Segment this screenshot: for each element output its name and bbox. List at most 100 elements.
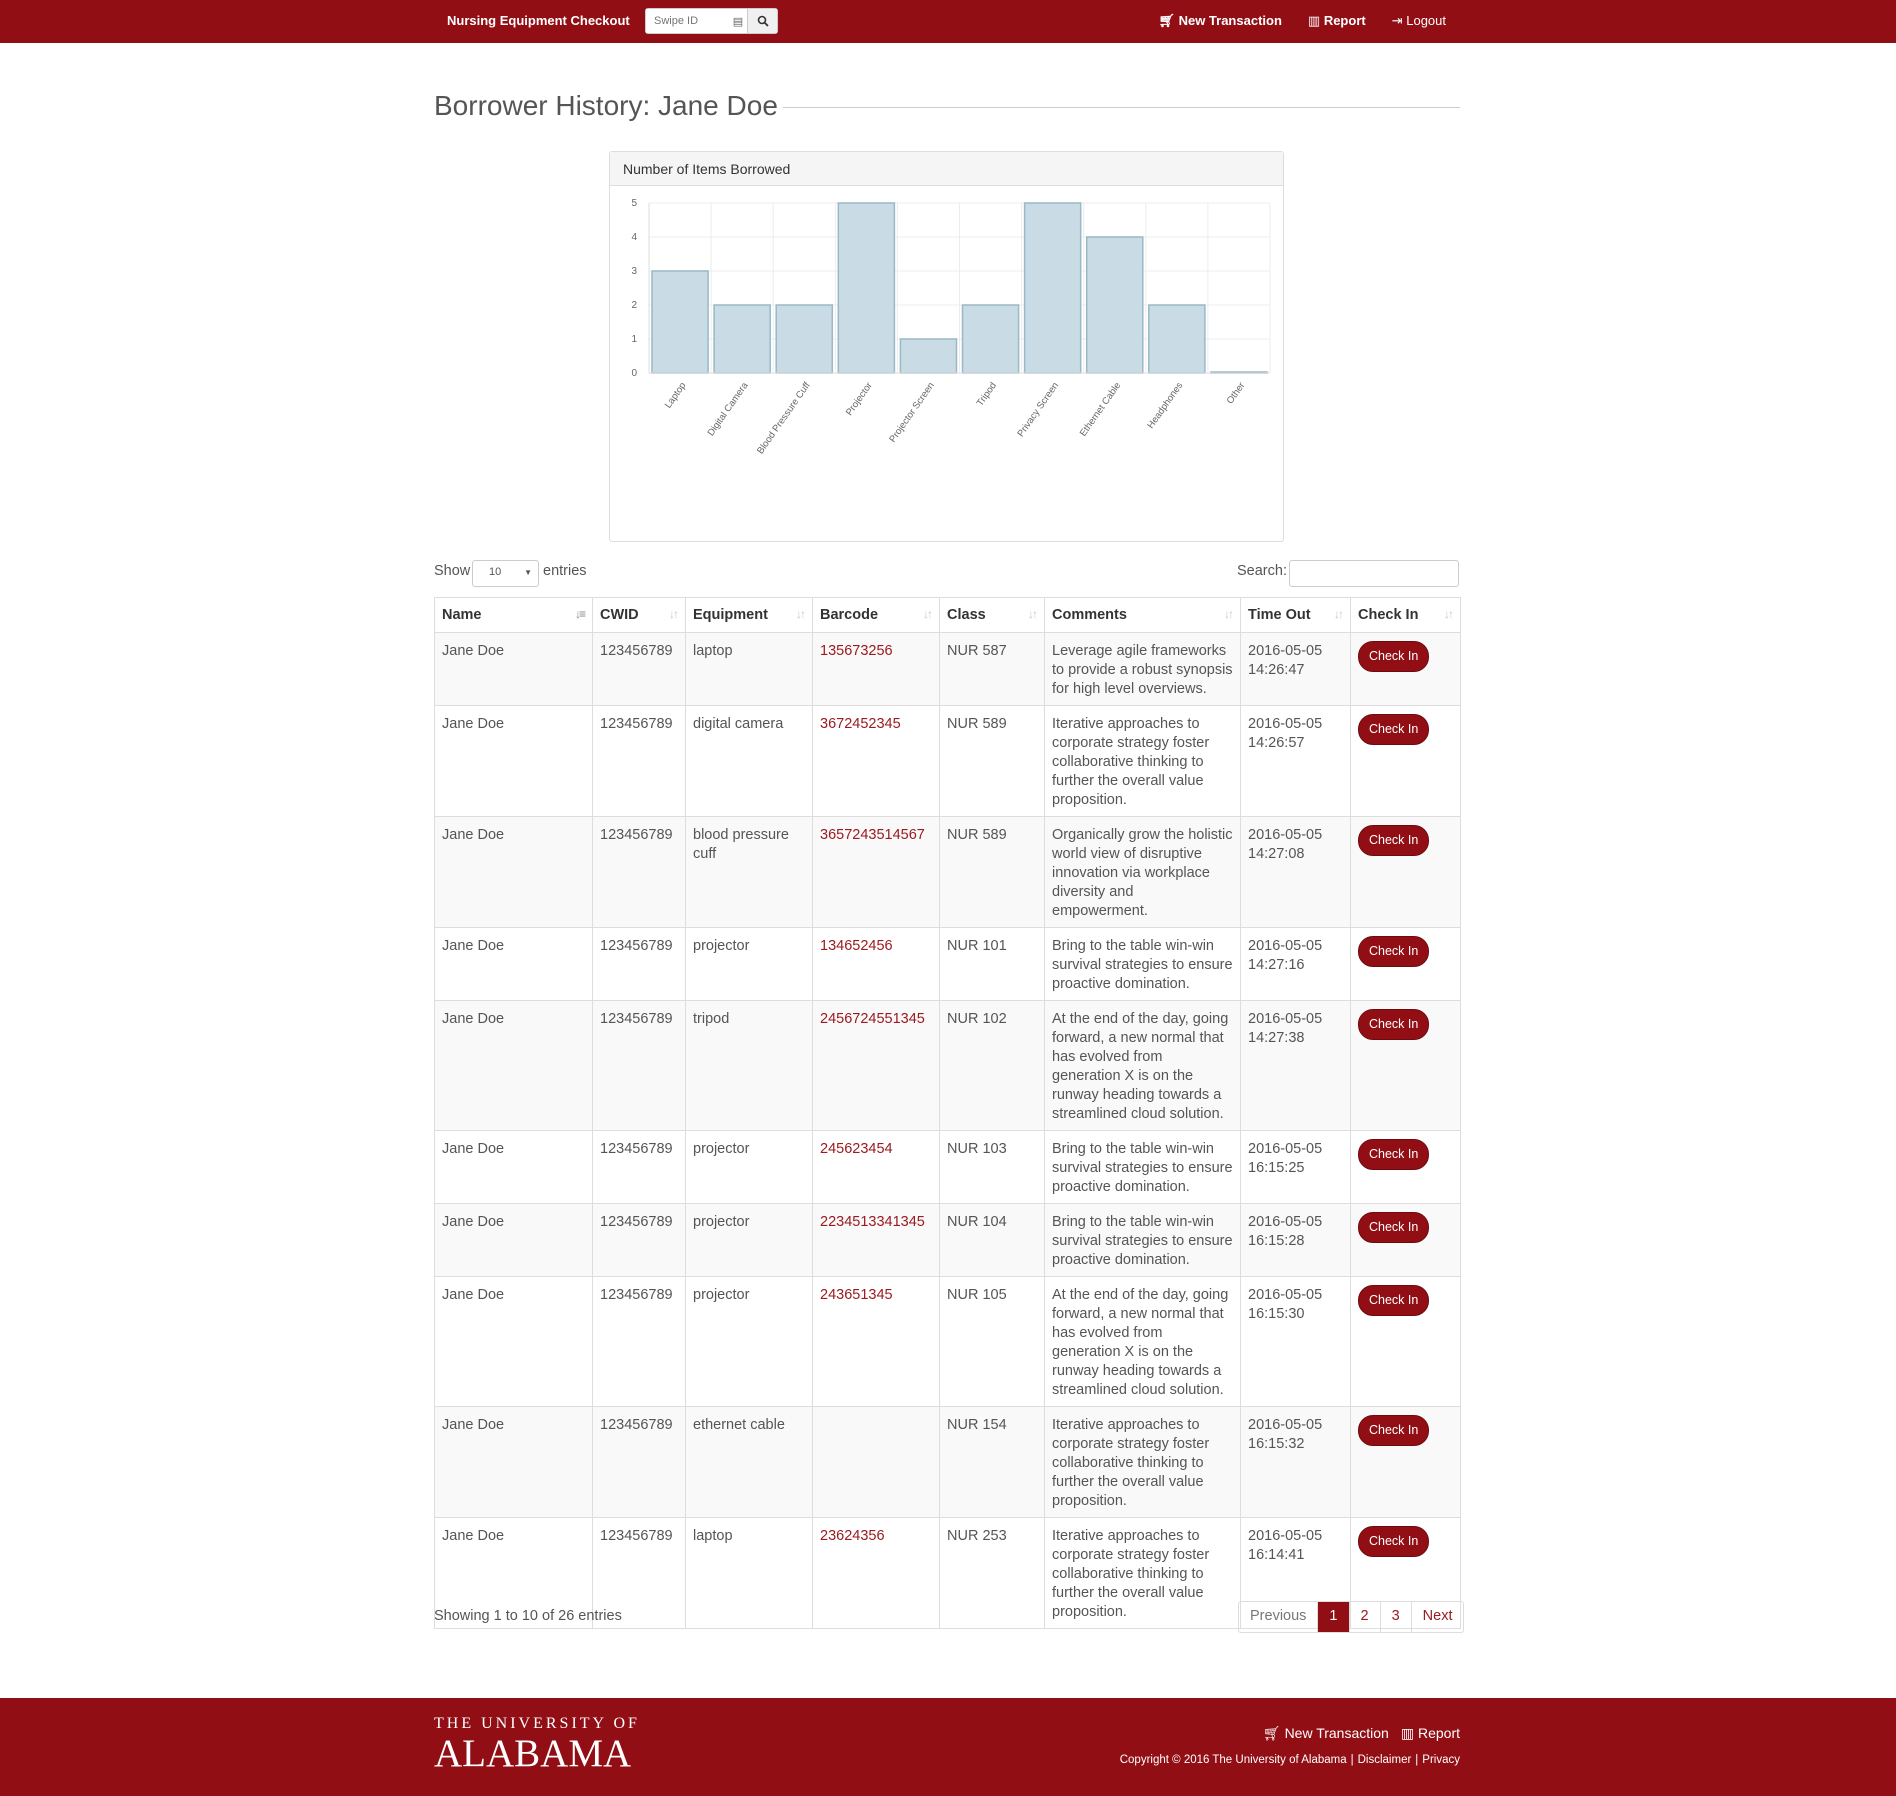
logo-line-2: ALABAMA	[434, 1732, 632, 1775]
column-header-equipment[interactable]: Equipment ↓↑	[685, 597, 813, 633]
barcode-link[interactable]: 135673256	[820, 643, 893, 659]
cell-comments-text: Organically grow the holistic world view…	[1052, 827, 1233, 919]
cell-name: Jane Doe	[434, 1000, 593, 1131]
barcode-link[interactable]: 2234513341345	[820, 1214, 925, 1230]
nav-links: 🛒︎ New Transaction ▥ Report ⇥ Logout	[1158, 13, 1446, 29]
barcode-link[interactable]: 3657243514567	[820, 827, 925, 843]
footer-report[interactable]: ▥ Report	[1401, 1725, 1460, 1742]
pagination-previous[interactable]: Previous	[1239, 1602, 1317, 1632]
nav-report[interactable]: ▥ Report	[1308, 13, 1366, 29]
check-in-button[interactable]: Check In	[1358, 1139, 1430, 1170]
check-in-button[interactable]: Check In	[1358, 825, 1430, 856]
pagination-page-2[interactable]: 2	[1348, 1602, 1380, 1632]
time-out-clock: 14:26:47	[1248, 662, 1305, 678]
column-header-time-out[interactable]: Time Out ↓↑	[1240, 597, 1351, 633]
cell-class: NUR 102	[939, 1000, 1045, 1131]
cell-comments: Bring to the table win-win survival stra…	[1044, 927, 1241, 1001]
column-header-name[interactable]: Name ↓≡	[434, 597, 593, 633]
search-button[interactable]	[747, 9, 777, 33]
cell-comments: Bring to the table win-win survival stra…	[1044, 1130, 1241, 1204]
time-out-date: 2016-05-05	[1248, 643, 1323, 659]
chart-bar	[899, 338, 958, 374]
cell-barcode: 3657243514567	[812, 816, 940, 928]
cell-equipment: projector	[685, 927, 813, 1001]
table-row: Jane Doe 123456789 blood pressure cuff 3657…	[434, 816, 1461, 928]
column-header-label: CWID	[600, 607, 639, 623]
check-in-button[interactable]: Check In	[1358, 1009, 1430, 1040]
cell-cwid: 123456789	[592, 1406, 686, 1518]
chart-bar	[1085, 236, 1144, 374]
check-in-button[interactable]: Check In	[1358, 1212, 1430, 1243]
column-header-comments[interactable]: Comments ↓↑	[1044, 597, 1241, 633]
bar-chart-icon: ▥	[1400, 1725, 1415, 1741]
cell-comments: Iterative approaches to corporate strate…	[1044, 705, 1241, 817]
cell-comments: At the end of the day, going forward, a …	[1044, 1000, 1241, 1131]
pagination-page-3[interactable]: 3	[1379, 1602, 1411, 1632]
footer-new-transaction[interactable]: 🛒︎ New Transaction	[1263, 1725, 1389, 1742]
cell-class: NUR 589	[939, 705, 1045, 817]
check-in-button[interactable]: Check In	[1358, 714, 1430, 745]
nav-logout[interactable]: ⇥ Logout	[1392, 13, 1446, 29]
column-header-barcode[interactable]: Barcode ↓↑	[812, 597, 940, 633]
time-out-date: 2016-05-05	[1248, 1287, 1323, 1303]
barcode-link[interactable]: 3672452345	[820, 716, 901, 732]
barcode-link[interactable]: 2456724551345	[820, 1011, 925, 1027]
page-size-select[interactable]: 10 ▼	[472, 560, 539, 587]
cell-barcode: 23624356	[812, 1517, 940, 1629]
cell-name: Jane Doe	[434, 632, 593, 706]
borrower-history-table: Name ↓≡ CWID ↓↑ Equipment ↓↑ Barcode ↓↑ Clas…	[434, 597, 1461, 1629]
x-tick-label: Digital Camera	[706, 380, 751, 438]
column-header-label: Time Out	[1248, 607, 1311, 623]
barcode-link[interactable]: 23624356	[820, 1528, 885, 1544]
nav-new-transaction[interactable]: 🛒︎ New Transaction	[1158, 13, 1281, 29]
cell-check-in: Check In	[1350, 632, 1461, 706]
cell-cwid-text: 123456789	[600, 1011, 673, 1027]
chart-panel: Number of Items Borrowed 0 1 2 3 4 5 Laptop Dig…	[609, 151, 1284, 542]
barcode-link[interactable]: 243651345	[820, 1287, 893, 1303]
check-in-button[interactable]: Check In	[1358, 641, 1430, 672]
page-title: Borrower History: Jane Doe	[434, 90, 778, 121]
time-out-clock: 14:27:16	[1248, 957, 1305, 973]
barcode-link[interactable]: 134652456	[820, 938, 893, 954]
disclaimer-link[interactable]: Disclaimer	[1358, 1754, 1412, 1766]
check-in-button[interactable]: Check In	[1358, 1415, 1430, 1446]
column-header-class[interactable]: Class ↓↑	[939, 597, 1045, 633]
cell-equipment: ethernet cable	[685, 1406, 813, 1518]
x-tick-label: Ethernet Cable	[1078, 380, 1123, 438]
check-in-button[interactable]: Check In	[1358, 1526, 1430, 1557]
cell-name-text: Jane Doe	[442, 1287, 505, 1303]
university-logo[interactable]: THE UNIVERSITY OF ALABAMA	[434, 1715, 640, 1775]
nav-logout-label: Logout	[1406, 13, 1446, 28]
check-in-button[interactable]: Check In	[1358, 1285, 1430, 1316]
column-header-cwid[interactable]: CWID ↓↑	[592, 597, 686, 633]
cell-name: Jane Doe	[434, 1276, 593, 1407]
column-header-check-in[interactable]: Check In ↓↑	[1350, 597, 1461, 633]
table-search-input[interactable]	[1289, 560, 1459, 587]
pagination-next[interactable]: Next	[1410, 1602, 1464, 1632]
privacy-link[interactable]: Privacy	[1422, 1754, 1460, 1766]
swipe-id-group: ▤	[645, 8, 778, 34]
cell-equipment-text: ethernet cable	[693, 1417, 785, 1433]
cell-check-in: Check In	[1350, 1130, 1461, 1204]
cell-cwid: 123456789	[592, 1000, 686, 1131]
time-out-date: 2016-05-05	[1248, 938, 1323, 954]
cell-comments: Leverage agile frameworks to provide a r…	[1044, 632, 1241, 706]
chart-bar	[651, 270, 709, 374]
time-out-clock: 16:15:30	[1248, 1306, 1305, 1322]
check-in-button[interactable]: Check In	[1358, 936, 1430, 967]
brand-link[interactable]: Nursing Equipment Checkout	[447, 13, 630, 28]
cell-name-text: Jane Doe	[442, 643, 505, 659]
cell-class-text: NUR 103	[947, 1141, 1007, 1157]
table-row: Jane Doe 123456789 ethernet cable NUR 154 It…	[434, 1406, 1461, 1518]
swipe-id-input[interactable]	[646, 9, 729, 33]
copyright-text: Copyright © 2016 The University of Alaba…	[1119, 1754, 1347, 1766]
cell-barcode: 135673256	[812, 632, 940, 706]
barcode-link[interactable]: 245623454	[820, 1141, 893, 1157]
pagination-page-1[interactable]: 1	[1317, 1602, 1349, 1632]
column-header-label: Comments	[1052, 607, 1127, 623]
cell-equipment-text: projector	[693, 1287, 750, 1303]
time-out-date: 2016-05-05	[1248, 1528, 1323, 1544]
search-label: Search:	[1237, 563, 1287, 579]
y-tick-label: 5	[631, 198, 637, 209]
cell-equipment: tripod	[685, 1000, 813, 1131]
